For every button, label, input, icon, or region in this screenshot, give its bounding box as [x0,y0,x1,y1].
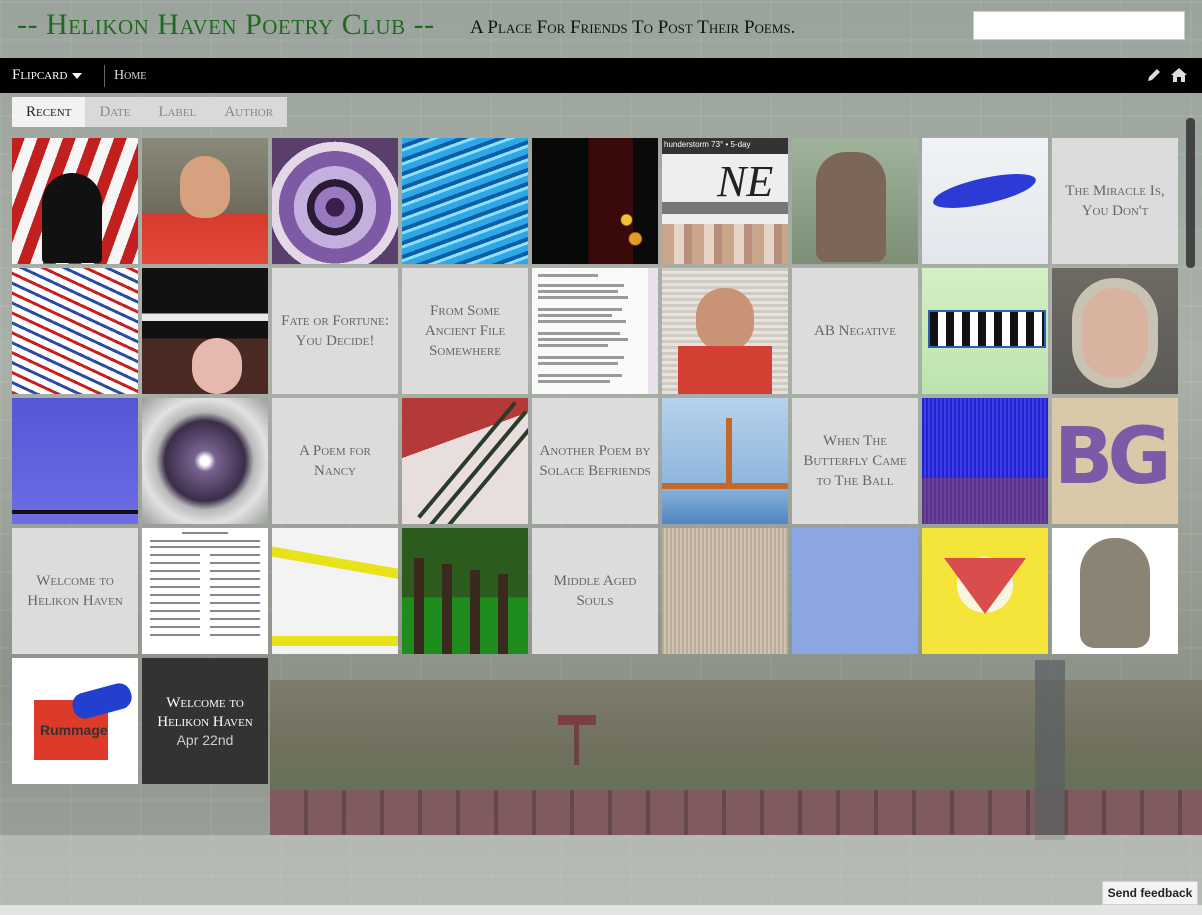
post-card-text[interactable]: Welcome to Helikon Haven [12,528,138,654]
news-tile-pixels [662,224,788,264]
post-title: A Poem for Nancy [299,443,371,479]
post-card-image[interactable] [662,398,788,524]
post-card-text[interactable]: When The Butterfly Came to The Ball [792,398,918,524]
blog-header: -- Helikon Haven Poetry Club -- A Place … [0,0,1202,58]
tab-date[interactable]: Date [85,97,144,127]
home-icon[interactable] [1170,66,1188,84]
post-card-image[interactable] [532,268,658,394]
pencil-icon[interactable] [1146,67,1162,83]
post-card-image[interactable] [922,138,1048,264]
post-title: Another Poem by Solace Befriends [539,443,651,479]
post-card-image[interactable] [402,398,528,524]
post-card-image[interactable] [272,138,398,264]
post-card-image[interactable] [532,138,658,264]
post-card-image[interactable]: hunderstorm 73° • 5-day [662,138,788,264]
rummage-label: Rummage [40,722,108,738]
post-card-text[interactable]: Middle Aged Souls [532,528,658,654]
caret-down-icon [72,72,83,79]
post-title: Middle Aged Souls [553,573,637,609]
post-card-text[interactable]: Fate or Fortune: You Decide! [272,268,398,394]
post-card-image[interactable] [1052,268,1178,394]
post-title: From Some Ancient File Somewhere [424,303,506,359]
post-card-image[interactable]: Rummage [12,658,138,784]
post-title: Fate or Fortune: You Decide! [281,313,389,349]
tab-recent[interactable]: Recent [12,97,86,127]
view-selector[interactable]: Flipcard [12,67,83,84]
post-card-image[interactable] [922,268,1048,394]
post-title: The Miracle Is, You Don't [1065,183,1165,219]
background-sign [558,715,596,725]
post-card-image[interactable] [142,528,268,654]
post-card-image[interactable] [922,398,1048,524]
browser-status-bar [0,905,1202,915]
post-card-text[interactable]: The Miracle Is, You Don't [1052,138,1178,264]
search-input[interactable] [973,11,1185,40]
home-link[interactable]: Home [114,68,146,84]
post-card-image[interactable] [922,528,1048,654]
post-card-image[interactable] [272,528,398,654]
page-scrollbar[interactable] [1186,118,1195,268]
background-sign-post [574,725,579,765]
post-card-image[interactable] [792,138,918,264]
post-card-image[interactable] [12,268,138,394]
background-drain-pipe [1035,660,1065,840]
post-title: Welcome to Helikon Haven [27,573,123,609]
post-card-image[interactable] [142,138,268,264]
blog-title[interactable]: -- Helikon Haven Poetry Club -- [17,8,435,42]
tab-label[interactable]: Label [144,97,210,127]
sort-tabs: Recent Date Label Author [12,97,288,127]
view-selector-label: Flipcard [12,67,68,83]
post-card-image[interactable] [12,398,138,524]
post-card-image[interactable] [142,268,268,394]
post-card-text[interactable]: AB Negative [792,268,918,394]
background-lower-wall [0,835,1202,915]
post-card-image[interactable] [402,138,528,264]
featured-post-card[interactable]: Welcome to Helikon Haven Apr 22nd [142,658,268,784]
tab-author[interactable]: Author [210,97,287,127]
top-navbar: Flipcard Home [0,58,1202,93]
post-card-text[interactable]: Another Poem by Solace Befriends [532,398,658,524]
post-card-image[interactable] [662,268,788,394]
post-card-image[interactable] [142,398,268,524]
post-card-text[interactable]: A Poem for Nancy [272,398,398,524]
post-title: When The Butterfly Came to The Ball [803,433,907,489]
featured-post-title: Welcome to Helikon Haven [157,695,253,730]
post-card-image[interactable] [1052,528,1178,654]
post-card-image[interactable] [402,528,528,654]
news-tile-bar [662,202,788,214]
nav-divider [104,65,105,87]
post-card-image[interactable] [662,528,788,654]
post-card-image[interactable] [1052,398,1178,524]
featured-post-date: Apr 22nd [176,732,234,748]
post-card-text[interactable]: From Some Ancient File Somewhere [402,268,528,394]
post-card-image[interactable] [792,528,918,654]
send-feedback-button[interactable]: Send feedback [1102,881,1198,905]
post-card-image[interactable] [12,138,138,264]
blog-description: A Place For Friends To Post Their Poems. [470,17,796,38]
news-tile-text: hunderstorm 73° • 5-day [664,140,751,149]
post-title: AB Negative [814,323,896,339]
